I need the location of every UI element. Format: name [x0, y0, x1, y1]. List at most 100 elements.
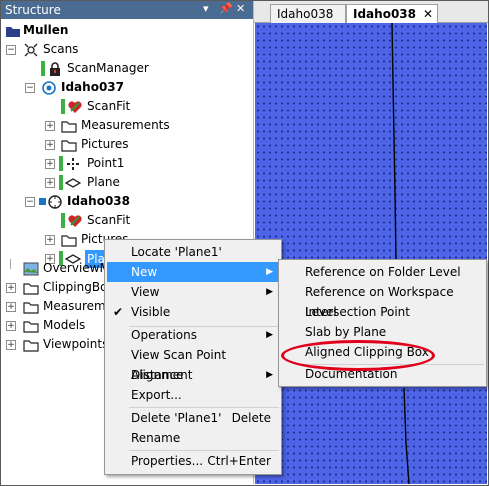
plane-icon	[65, 178, 81, 188]
menu-item-label: Delete 'Plane1'	[131, 411, 222, 425]
tree-item-label: Measureme	[43, 299, 114, 313]
tree-item-scanfit[interactable]: ScanFit	[1, 97, 251, 116]
menu-item-rename[interactable]: Rename	[107, 428, 279, 448]
tree-item-idaho037[interactable]: − Idaho037	[1, 78, 251, 97]
tree-item-measurements[interactable]: + Measurements	[1, 116, 251, 135]
point-icon	[67, 158, 79, 170]
close-tab-icon[interactable]: ✕	[423, 5, 433, 23]
scanfit-icon	[68, 215, 82, 227]
tree-item-plane[interactable]: + Plane	[1, 173, 251, 192]
pin-icon[interactable]: 📌	[219, 2, 233, 15]
folder-icon	[23, 283, 39, 295]
tree-line	[10, 259, 11, 269]
collapse-icon[interactable]: −	[25, 83, 35, 93]
menu-shortcut: Delete	[231, 411, 271, 425]
expand-icon[interactable]: +	[45, 121, 55, 131]
menu-item-delete[interactable]: Delete 'Plane1' Delete	[107, 408, 279, 428]
tree-item-mullen[interactable]: Mullen	[1, 21, 251, 40]
tree-item-idaho038[interactable]: − Idaho038	[1, 192, 251, 211]
context-menu: Locate 'Plane1' New ▶ View ▶ ✔ Visible Oper…	[104, 239, 282, 475]
menu-item-view[interactable]: View ▶	[107, 282, 279, 302]
expand-icon[interactable]: +	[45, 140, 55, 150]
menu-item-label: View	[131, 285, 160, 299]
tree-item-label: ScanFit	[87, 213, 131, 227]
menu-item-properties[interactable]: Properties... Ctrl+Enter	[107, 451, 279, 471]
menu-item-operations[interactable]: Operations ▶	[107, 325, 279, 345]
menu-item-label: Reference on Folder Level	[305, 265, 461, 279]
tree-item-label: Point1	[87, 156, 125, 170]
scan-position-icon	[42, 81, 56, 95]
scan-lines	[391, 23, 487, 484]
tree-item-scanfit[interactable]: ScanFit	[1, 211, 251, 230]
submenu-arrow-icon: ▶	[266, 370, 273, 380]
submenu-arrow-icon: ▶	[266, 287, 273, 297]
menu-item-new[interactable]: New ▶	[107, 262, 279, 282]
status-bar-icon	[61, 99, 65, 114]
menu-shortcut: Ctrl+Enter	[207, 454, 271, 468]
menu-item-label: Locate 'Plane1'	[131, 245, 222, 259]
tree-item-label: Idaho037	[61, 80, 124, 94]
tree-item-label: OverviewM	[43, 261, 110, 275]
menu-item-visible[interactable]: ✔ Visible	[107, 302, 279, 322]
status-bar-icon	[41, 61, 45, 76]
lock-icon	[50, 62, 60, 76]
menu-item-label: Operations	[131, 328, 197, 342]
expand-icon[interactable]: +	[6, 340, 16, 350]
expand-icon[interactable]: +	[45, 178, 55, 188]
tree-item-scanmanager[interactable]: ScanManager	[1, 59, 251, 78]
tab-idaho038-inactive[interactable]: Idaho038	[270, 4, 346, 23]
scan-view-3d[interactable]	[255, 23, 487, 484]
menu-item-label: New	[131, 265, 158, 279]
annotation-highlight-oval	[281, 340, 435, 371]
scanfit-icon	[68, 101, 82, 113]
menu-item-export[interactable]: Export...	[107, 385, 279, 405]
status-bar-icon	[61, 213, 65, 228]
expand-icon[interactable]: +	[6, 321, 16, 331]
tree-item-scans[interactable]: − Scans	[1, 40, 251, 59]
menu-item-alignment[interactable]: Alignment ▶	[107, 365, 279, 385]
document-tabs: Idaho038 Idaho038 ✕	[254, 1, 488, 23]
tab-label: Idaho038	[277, 7, 334, 21]
active-marker-icon	[39, 198, 46, 205]
tree-item-label: Mullen	[23, 23, 69, 37]
menu-item-locate[interactable]: Locate 'Plane1'	[107, 242, 279, 262]
submenu-item-slab-by-plane[interactable]: Slab by Plane	[281, 322, 484, 342]
menu-item-label: Export...	[131, 388, 182, 402]
folder-icon	[61, 235, 77, 247]
menu-item-label: Slab by Plane	[305, 325, 387, 339]
tree-item-label: Measurements	[81, 118, 170, 132]
status-bar-icon	[59, 156, 63, 171]
overview-map-icon	[23, 262, 39, 276]
expand-icon[interactable]: +	[6, 283, 16, 293]
check-icon: ✔	[113, 305, 124, 319]
collapse-icon[interactable]: −	[6, 45, 16, 55]
menu-item-view-scan-point-distance[interactable]: View Scan Point Distance	[107, 345, 279, 382]
tree-item-label: ScanManager	[67, 61, 149, 75]
expand-icon[interactable]: +	[6, 302, 16, 312]
submenu-item-intersection-point[interactable]: Intersection Point	[281, 302, 484, 322]
scan-position-icon	[48, 195, 62, 209]
panel-title: Structure	[5, 3, 61, 17]
tree-item-label: Plane	[87, 175, 120, 189]
tree-item-label: Idaho038	[67, 194, 130, 208]
submenu-arrow-icon: ▶	[266, 267, 273, 277]
panel-menu-icon[interactable]: ▾	[203, 2, 209, 15]
submenu-arrow-icon: ▶	[266, 330, 273, 340]
tab-idaho038-active[interactable]: Idaho038 ✕	[346, 4, 438, 23]
folder-icon	[61, 140, 77, 152]
workspace-folder-icon	[6, 27, 20, 37]
folder-icon	[23, 321, 39, 333]
expand-icon[interactable]: +	[45, 159, 55, 169]
submenu-item-reference-workspace[interactable]: Reference on Workspace Level	[281, 282, 484, 319]
tree-item-pictures[interactable]: + Pictures	[1, 135, 251, 154]
tree-item-label: ScanFit	[87, 99, 131, 113]
collapse-icon[interactable]: −	[25, 197, 35, 207]
tree-item-label: Pictures	[81, 137, 129, 151]
expand-icon[interactable]: +	[45, 235, 55, 245]
folder-icon	[23, 302, 39, 314]
submenu-item-reference-folder[interactable]: Reference on Folder Level	[281, 262, 484, 282]
status-bar-icon	[59, 175, 63, 190]
tree-item-point1[interactable]: + Point1	[1, 154, 251, 173]
close-panel-icon[interactable]: ✕	[236, 2, 245, 15]
structure-panel-header: Structure ▾ 📌 ✕	[1, 1, 253, 19]
